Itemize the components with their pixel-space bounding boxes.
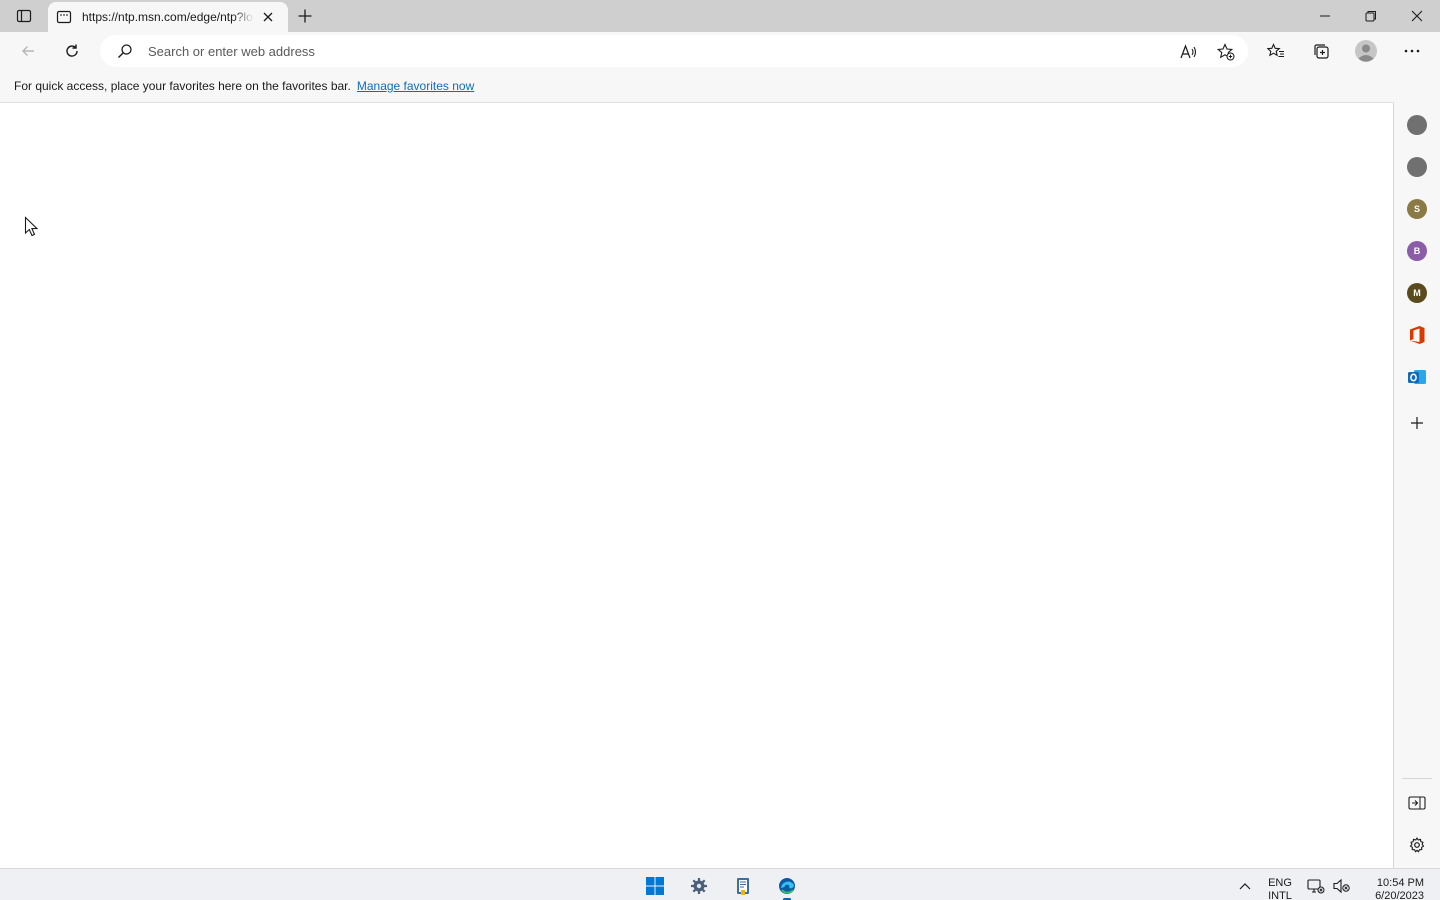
settings-icon xyxy=(691,878,707,894)
outlook-icon[interactable] xyxy=(1407,367,1427,387)
address-bar[interactable] xyxy=(100,35,1248,67)
close-window-button[interactable] xyxy=(1394,0,1440,32)
chevron-up-icon xyxy=(1239,883,1251,890)
profile-button[interactable] xyxy=(1352,37,1380,65)
restore-icon xyxy=(1365,11,1376,22)
network-status-button[interactable] xyxy=(1306,875,1326,897)
clock[interactable]: 10:54 PM 6/20/2023 xyxy=(1362,877,1424,900)
read-aloud-button[interactable] xyxy=(1177,40,1201,64)
volume-status-button[interactable] xyxy=(1332,875,1352,897)
refresh-button[interactable] xyxy=(58,37,86,65)
favorites-bar: For quick access, place your favorites h… xyxy=(0,70,1440,102)
taskbar: ENG INTL 10:54 PM 6/20/2023 xyxy=(0,868,1440,900)
sidebar-app-b-letter: B xyxy=(1413,246,1421,256)
sidebar-app-b[interactable]: B xyxy=(1407,241,1427,261)
edge-icon xyxy=(779,878,795,894)
minimize-button[interactable] xyxy=(1302,0,1348,32)
favorites-button[interactable] xyxy=(1262,37,1290,65)
keyboard-layout: INTL xyxy=(1268,890,1292,900)
settings-app-button[interactable] xyxy=(686,873,712,899)
start-button[interactable] xyxy=(642,873,668,899)
collections-button[interactable] xyxy=(1307,37,1335,65)
tab-title: https://ntp.msn.com/edge/ntp?locale=en-U… xyxy=(82,10,254,24)
browser-tab[interactable]: https://ntp.msn.com/edge/ntp?locale=en-U… xyxy=(48,2,288,32)
file-explorer-icon xyxy=(737,878,749,895)
refresh-icon xyxy=(66,44,78,57)
edge-taskbar-button[interactable] xyxy=(774,873,800,900)
tab-actions-icon[interactable] xyxy=(8,4,40,28)
minimize-icon xyxy=(1320,15,1330,17)
new-tab-button[interactable] xyxy=(293,4,317,28)
gear-icon xyxy=(1409,837,1425,853)
address-input[interactable] xyxy=(148,41,1148,61)
profile-avatar-icon xyxy=(1355,40,1377,62)
hide-sidebar-icon xyxy=(1408,796,1426,810)
sidebar-divider xyxy=(1402,778,1432,779)
close-tab-icon[interactable] xyxy=(260,9,276,25)
sidebar-app-s[interactable]: S xyxy=(1407,199,1427,219)
office-icon[interactable] xyxy=(1407,325,1427,345)
favorites-icon xyxy=(1267,43,1284,58)
network-icon xyxy=(1307,879,1325,894)
show-hidden-icons-button[interactable] xyxy=(1236,875,1254,897)
sidebar-app-m[interactable]: M xyxy=(1407,283,1427,303)
more-icon xyxy=(1404,49,1420,53)
browser-toolbar xyxy=(0,32,1440,70)
back-arrow-icon xyxy=(22,46,34,56)
sidebar-app-1[interactable] xyxy=(1407,115,1427,135)
file-explorer-button[interactable] xyxy=(730,873,756,899)
page-content xyxy=(0,102,1394,868)
clock-date: 6/20/2023 xyxy=(1375,890,1424,900)
mouse-pointer-icon xyxy=(24,216,39,237)
start-icon xyxy=(646,877,664,895)
volume-muted-icon xyxy=(1333,878,1350,894)
more-menu-button[interactable] xyxy=(1398,37,1426,65)
tab-strip: https://ntp.msn.com/edge/ntp?locale=en-U… xyxy=(0,0,1440,32)
language-indicator[interactable]: ENG INTL xyxy=(1266,877,1294,900)
hide-sidebar-button[interactable] xyxy=(1407,793,1427,813)
language-code: ENG xyxy=(1268,877,1292,889)
edge-sidebar: S B M xyxy=(1394,102,1440,868)
sidebar-settings-button[interactable] xyxy=(1407,835,1427,855)
manage-favorites-link[interactable]: Manage favorites now xyxy=(357,79,474,93)
read-aloud-icon xyxy=(1180,44,1197,59)
close-icon xyxy=(1411,10,1423,22)
sidebar-app-2[interactable] xyxy=(1407,157,1427,177)
add-sidebar-app-button[interactable] xyxy=(1407,413,1427,433)
page-icon xyxy=(56,9,72,25)
sidebar-app-m-letter: M xyxy=(1413,288,1421,298)
search-icon xyxy=(117,43,133,59)
favorites-bar-message: For quick access, place your favorites h… xyxy=(14,79,351,93)
collections-icon xyxy=(1314,44,1329,59)
clock-time: 10:54 PM xyxy=(1376,877,1424,889)
sidebar-app-s-letter: S xyxy=(1413,204,1420,214)
restore-button[interactable] xyxy=(1348,0,1394,32)
plus-icon xyxy=(298,9,312,23)
plus-icon xyxy=(1411,417,1423,429)
back-button[interactable] xyxy=(14,37,42,65)
star-plus-icon xyxy=(1217,43,1235,61)
add-favorite-button[interactable] xyxy=(1214,40,1238,64)
